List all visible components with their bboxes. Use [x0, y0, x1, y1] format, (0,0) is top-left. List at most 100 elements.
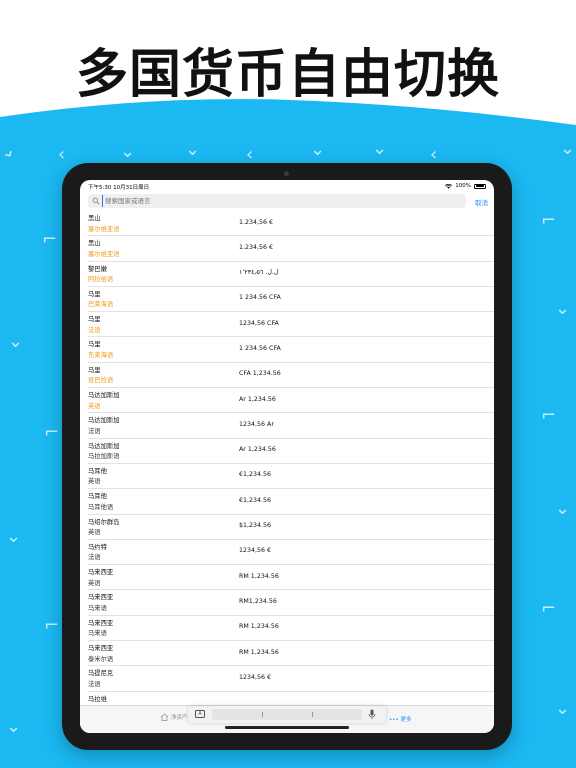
battery-percent: 100%: [455, 183, 471, 189]
country-name: 马里: [88, 341, 101, 349]
decor-chevron: ⌄: [6, 526, 22, 547]
language-name: 英语: [88, 402, 101, 410]
currency-amount: 1 234.56 CFA: [239, 344, 281, 352]
currency-amount: RM 1,234.56: [239, 648, 279, 656]
currency-amount: €1,234.56: [239, 471, 272, 479]
decor-chevron: ⌄: [8, 331, 24, 352]
list-item[interactable]: 马里 法语 1234,56 CFA: [88, 312, 494, 338]
decor-chevron: ⌄: [310, 139, 326, 160]
search-bar[interactable]: [88, 194, 466, 208]
country-name: 黑山: [88, 240, 101, 248]
list-item[interactable]: 马来西亚 马来语 RM 1,234.56: [88, 616, 494, 642]
status-time-date: 下午5:30 10月31日周日: [88, 183, 149, 191]
decor-chevron: ⌐: [541, 598, 557, 619]
list-item[interactable]: 黑山塞尔维亚语 1.234,56 €: [88, 211, 494, 237]
battery-icon: [474, 183, 486, 189]
list-item[interactable]: 马绍尔群岛 英语 $1,234.56: [88, 515, 494, 540]
language-name: 巴莱海语: [88, 301, 114, 309]
currency-amount: Ar 1,234.56: [239, 395, 276, 403]
decor-chevron: ⌐: [541, 210, 557, 231]
language-name: 阿拉伯语: [88, 276, 114, 284]
tablet-frame: 下午5:30 10月31日周日 100% 取消 黑山塞尔维亚语1.234,56: [62, 163, 512, 750]
currency-amount: 1234,56 €: [239, 547, 272, 555]
tab-home-label: 净资产: [171, 715, 188, 721]
language-name: 泰米尔语: [88, 655, 114, 663]
tab-home[interactable]: 净资产: [160, 713, 188, 721]
search-icon: [92, 197, 100, 205]
country-name: 马来西亚: [88, 594, 114, 602]
decor-chevron: ⌄: [185, 139, 201, 160]
decor-chevron: ⌄: [372, 138, 388, 159]
list-item[interactable]: 黑山 塞尔维亚语 1.234,56 €: [88, 236, 494, 262]
keyboard-icon[interactable]: A: [195, 710, 205, 718]
currency-amount: 1234,56 Ar: [239, 420, 274, 428]
tab-more[interactable]: ••• 更多: [389, 715, 411, 723]
decor-chevron: ⌄: [6, 716, 22, 737]
currency-amount: 1234,56 €: [239, 673, 272, 681]
list-item[interactable]: 马来西亚泰米尔语 RM 1,234.56: [88, 641, 494, 667]
list-item[interactable]: 马耳他 英语 €1,234.56: [88, 464, 494, 490]
language-name: 法语: [88, 680, 101, 688]
currency-amount: €1,234.56: [239, 496, 272, 504]
list-item[interactable]: 马来西亚 马来语 RM1,234.56: [88, 590, 494, 616]
status-time: 下午5:30: [88, 185, 112, 191]
microphone-icon[interactable]: [368, 709, 376, 720]
country-name: 马绍尔群岛: [88, 518, 120, 526]
app-screen: 下午5:30 10月31日周日 100% 取消 黑山塞尔维亚语1.234,56: [80, 180, 494, 733]
list-item[interactable]: 马达加斯加 法语 1234,56 Ar: [88, 413, 494, 439]
list-item[interactable]: 马达加斯加马拉加斯语 Ar 1,234.56: [88, 439, 494, 464]
cancel-button[interactable]: 取消: [475, 197, 488, 207]
list-item[interactable]: 马里 班巴拉语 CFA 1,234.56: [88, 363, 494, 389]
country-name: 马来西亚: [88, 619, 114, 627]
country-name: 马里: [88, 316, 101, 324]
camera: [284, 171, 289, 176]
search-input[interactable]: [102, 195, 445, 207]
currency-amount: RM 1,234.56: [239, 572, 279, 580]
home-icon: [160, 713, 169, 721]
suggestion-separator: [262, 712, 263, 717]
list-item[interactable]: 马提尼克 法语 1234,56 €: [88, 666, 494, 692]
list-item[interactable]: 马耳他 马耳他语 €1,234.56: [88, 489, 494, 515]
list-item[interactable]: 马里 巴莱海语 1 234.56 CFA: [88, 287, 494, 313]
language-name: 法语: [88, 326, 101, 334]
language-name: 马拉加斯语: [88, 453, 120, 461]
keyboard-suggestion-field[interactable]: [212, 709, 362, 720]
currency-amount: Ar 1,234.56: [239, 446, 276, 454]
language-name: 法语: [88, 427, 101, 435]
decor-chevron: ⌄: [120, 141, 136, 162]
currency-amount: ل.ل.‏ ١٬٢٣٤٫٥٦: [239, 269, 279, 277]
language-name: 英语: [88, 529, 101, 537]
decor-chevron: ⌄: [555, 498, 571, 519]
decor-chevron: ⌐: [44, 615, 60, 636]
country-name: 马里: [88, 290, 101, 298]
wifi-icon: [445, 183, 453, 189]
language-name: 塞尔维亚语: [88, 225, 120, 233]
language-name: 法语: [88, 554, 101, 562]
decor-chevron: ‹: [58, 144, 66, 165]
keyboard-shortcut-bar: A: [188, 706, 386, 723]
home-indicator: [225, 726, 349, 729]
country-name: 马里: [88, 366, 101, 374]
list-item[interactable]: 黎巴嫩 阿拉伯语 ل.ل.‏ ١٬٢٣٤٫٥٦: [88, 262, 494, 287]
country-name: 黑山: [88, 215, 101, 222]
status-date: 10月31日周日: [113, 185, 150, 191]
decor-chevron: ⌐: [44, 422, 60, 443]
list-item[interactable]: 马约特 法语 1234,56 €: [88, 540, 494, 566]
currency-amount: 1.234,56 €: [239, 243, 274, 251]
list-item[interactable]: 马里 东莱海语 1 234.56 CFA: [88, 337, 494, 363]
country-name: 马来西亚: [88, 645, 114, 653]
currency-list[interactable]: 黑山 塞尔维亚语 1.234,56 € 黑山 塞尔维亚语 1.234,56 € 黎巴嫩 阿拉伯…: [80, 211, 494, 705]
language-name: 马耳他语: [88, 503, 114, 511]
list-item[interactable]: 马达加斯加 英语 Ar 1,234.56: [88, 388, 494, 414]
list-item[interactable]: 马来西亚 英语 RM 1,234.56: [88, 565, 494, 591]
currency-amount: CFA 1,234.56: [239, 370, 281, 378]
language-name: 马来语: [88, 604, 107, 612]
decor-chevron: ⌄: [560, 138, 576, 159]
country-name: 马来西亚: [88, 569, 114, 577]
currency-amount: RM 1,234.56: [239, 623, 279, 631]
list-item[interactable]: 马拉维: [88, 692, 494, 705]
country-name: 马达加斯加: [88, 442, 120, 450]
currency-amount: 1.234,56 €: [239, 218, 274, 226]
decor-chevron: ‹: [430, 144, 438, 165]
suggestion-separator: [312, 712, 313, 717]
